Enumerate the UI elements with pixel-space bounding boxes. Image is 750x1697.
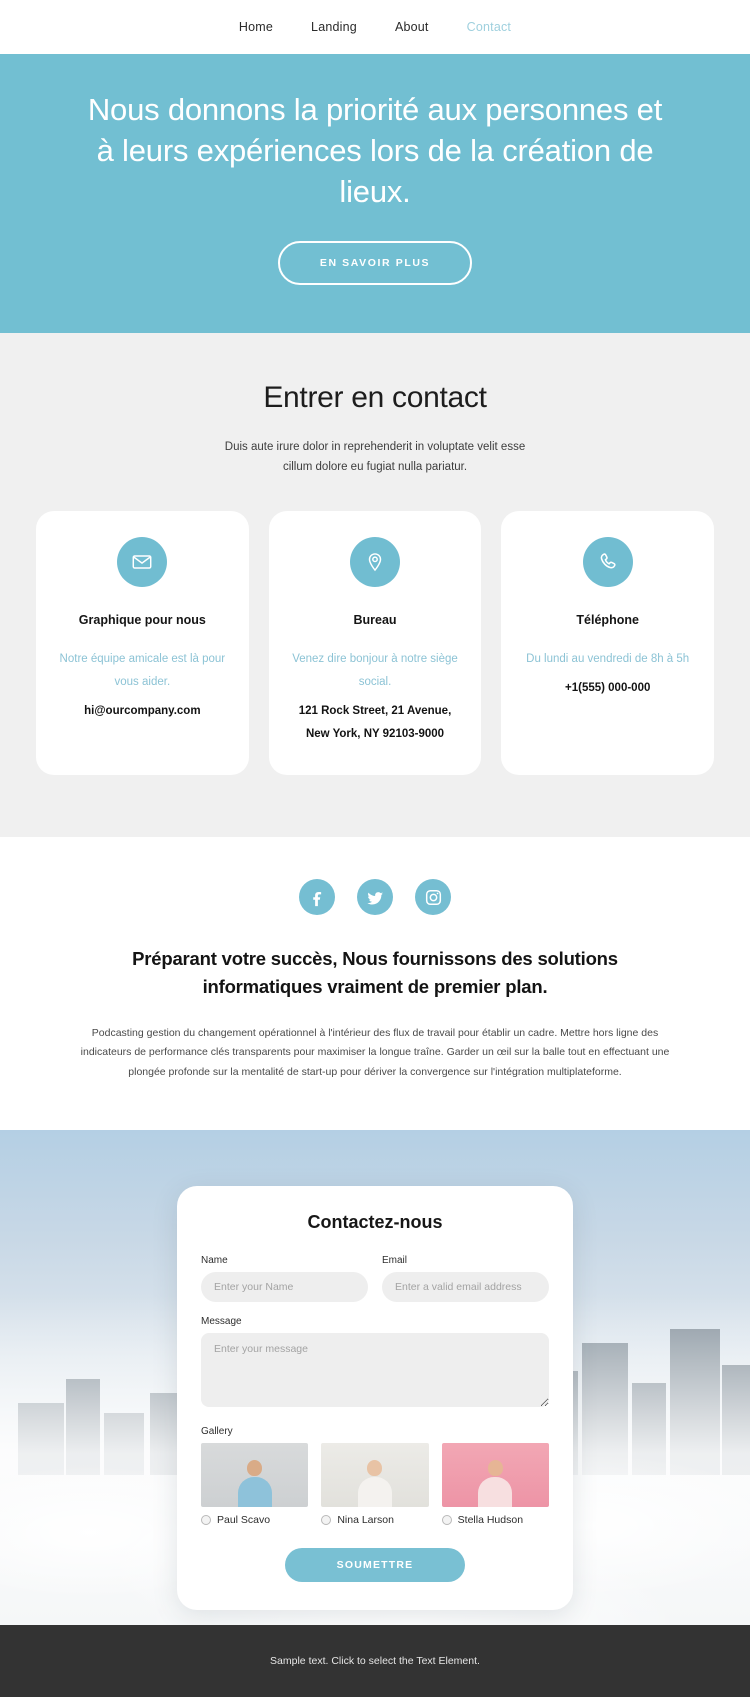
phone-icon	[582, 536, 633, 587]
gallery-radio-row[interactable]: Stella Hudson	[441, 1514, 549, 1527]
name-input[interactable]	[201, 1272, 368, 1303]
about-title: Préparant votre succès, Nous fournissons…	[132, 948, 618, 997]
contact-card-title: Téléphone	[576, 612, 639, 627]
nav-item-contact[interactable]: Contact	[467, 20, 511, 34]
name-field-group: Name	[201, 1255, 368, 1303]
contact-card-value[interactable]: +1(555) 000-000	[519, 677, 696, 699]
facebook-icon[interactable]	[299, 879, 335, 916]
instagram-icon[interactable]	[415, 879, 451, 916]
gallery-radio[interactable]	[441, 1515, 452, 1526]
gallery-group: Gallery Paul Scavo Nina Larson Stella Hu…	[201, 1426, 549, 1526]
contact-section-title: Entrer en contact	[263, 380, 487, 414]
contact-cards: Graphique pour nous Notre équipe amicale…	[36, 510, 715, 776]
email-field-group: Email	[382, 1255, 549, 1303]
hero-section: Nous donnons la priorité aux personnes e…	[0, 54, 750, 333]
contact-section-subtitle: Duis aute irure dolor in reprehenderit i…	[224, 440, 526, 473]
about-body: Podcasting gestion du changement opérati…	[80, 1026, 670, 1078]
gallery-photo[interactable]	[441, 1443, 549, 1508]
twitter-icon[interactable]	[357, 879, 393, 916]
location-pin-icon	[350, 536, 400, 587]
email-input[interactable]	[382, 1272, 549, 1303]
hero-title: Nous donnons la priorité aux personnes e…	[87, 92, 663, 209]
gallery-item[interactable]: Nina Larson	[321, 1443, 429, 1526]
page-footer: Sample text. Click to select the Text El…	[0, 1625, 750, 1697]
message-textarea[interactable]	[201, 1333, 549, 1408]
gallery-photo[interactable]	[321, 1443, 429, 1508]
learn-more-button[interactable]: EN SAVOIR PLUS	[277, 240, 473, 285]
person-figure	[357, 1460, 392, 1508]
gallery-item[interactable]: Stella Hudson	[441, 1443, 549, 1527]
contact-card-value[interactable]: 121 Rock Street, 21 Avenue, New York, NY…	[287, 700, 464, 745]
nav-item-about[interactable]: About	[395, 20, 429, 34]
contact-card-value[interactable]: hi@ourcompany.com	[54, 700, 231, 722]
submit-button[interactable]: SOUMETTRE	[285, 1548, 465, 1583]
about-section: Préparant votre succès, Nous fournissons…	[0, 837, 750, 1131]
gallery-radio[interactable]	[321, 1515, 332, 1526]
gallery-radio-row[interactable]: Nina Larson	[321, 1514, 428, 1526]
gallery-photo[interactable]	[201, 1443, 309, 1508]
gallery-name: Stella Hudson	[457, 1514, 524, 1527]
person-figure	[478, 1460, 513, 1508]
gallery-radio[interactable]	[201, 1515, 211, 1526]
person-figure	[237, 1460, 272, 1508]
contact-card-note: Venez dire bonjour à notre siège social.	[292, 653, 458, 689]
gallery-grid: Paul Scavo Nina Larson Stella Hudson	[201, 1443, 549, 1526]
contact-form-section: Contactez-nous Name Email Message Galler…	[0, 1130, 750, 1626]
hero-button-wrap: EN SAVOIR PLUS	[80, 240, 670, 285]
envelope-icon	[117, 536, 168, 587]
name-label: Name	[201, 1255, 228, 1267]
gallery-name: Paul Scavo	[217, 1514, 271, 1527]
nav-item-landing[interactable]: Landing	[311, 20, 357, 34]
main-navigation: Home Landing About Contact	[0, 0, 750, 54]
message-label: Message	[201, 1316, 242, 1328]
contact-form-card: Contactez-nous Name Email Message Galler…	[177, 1186, 573, 1611]
contact-card-title: Graphique pour nous	[78, 612, 206, 627]
contact-card-note: Notre équipe amicale est là pour vous ai…	[59, 653, 226, 689]
contact-card-note: Du lundi au vendredi de 8h à 5h	[526, 653, 690, 666]
contact-section: Entrer en contact Duis aute irure dolor …	[0, 332, 750, 838]
email-label: Email	[382, 1255, 408, 1267]
gallery-radio-row[interactable]: Paul Scavo	[201, 1514, 308, 1526]
contact-card-phone[interactable]: Téléphone Du lundi au vendredi de 8h à 5…	[501, 510, 715, 776]
contact-page: Home Landing About Contact Nous donnons …	[0, 0, 750, 1697]
footer-text[interactable]: Sample text. Click to select the Text El…	[270, 1655, 480, 1667]
gallery-name: Nina Larson	[337, 1514, 394, 1527]
contact-card-title: Bureau	[353, 612, 397, 627]
nav-item-home[interactable]: Home	[239, 20, 273, 34]
contact-card-email[interactable]: Graphique pour nous Notre équipe amicale…	[36, 510, 249, 776]
submit-wrap: SOUMETTRE	[201, 1548, 549, 1583]
name-email-row: Name Email	[201, 1255, 549, 1303]
form-title: Contactez-nous	[307, 1212, 443, 1233]
gallery-item[interactable]: Paul Scavo	[201, 1443, 309, 1526]
contact-card-office[interactable]: Bureau Venez dire bonjour à notre siège …	[268, 510, 482, 776]
social-links	[70, 879, 680, 916]
message-field-group: Message	[201, 1316, 549, 1412]
gallery-label: Gallery	[201, 1426, 233, 1438]
